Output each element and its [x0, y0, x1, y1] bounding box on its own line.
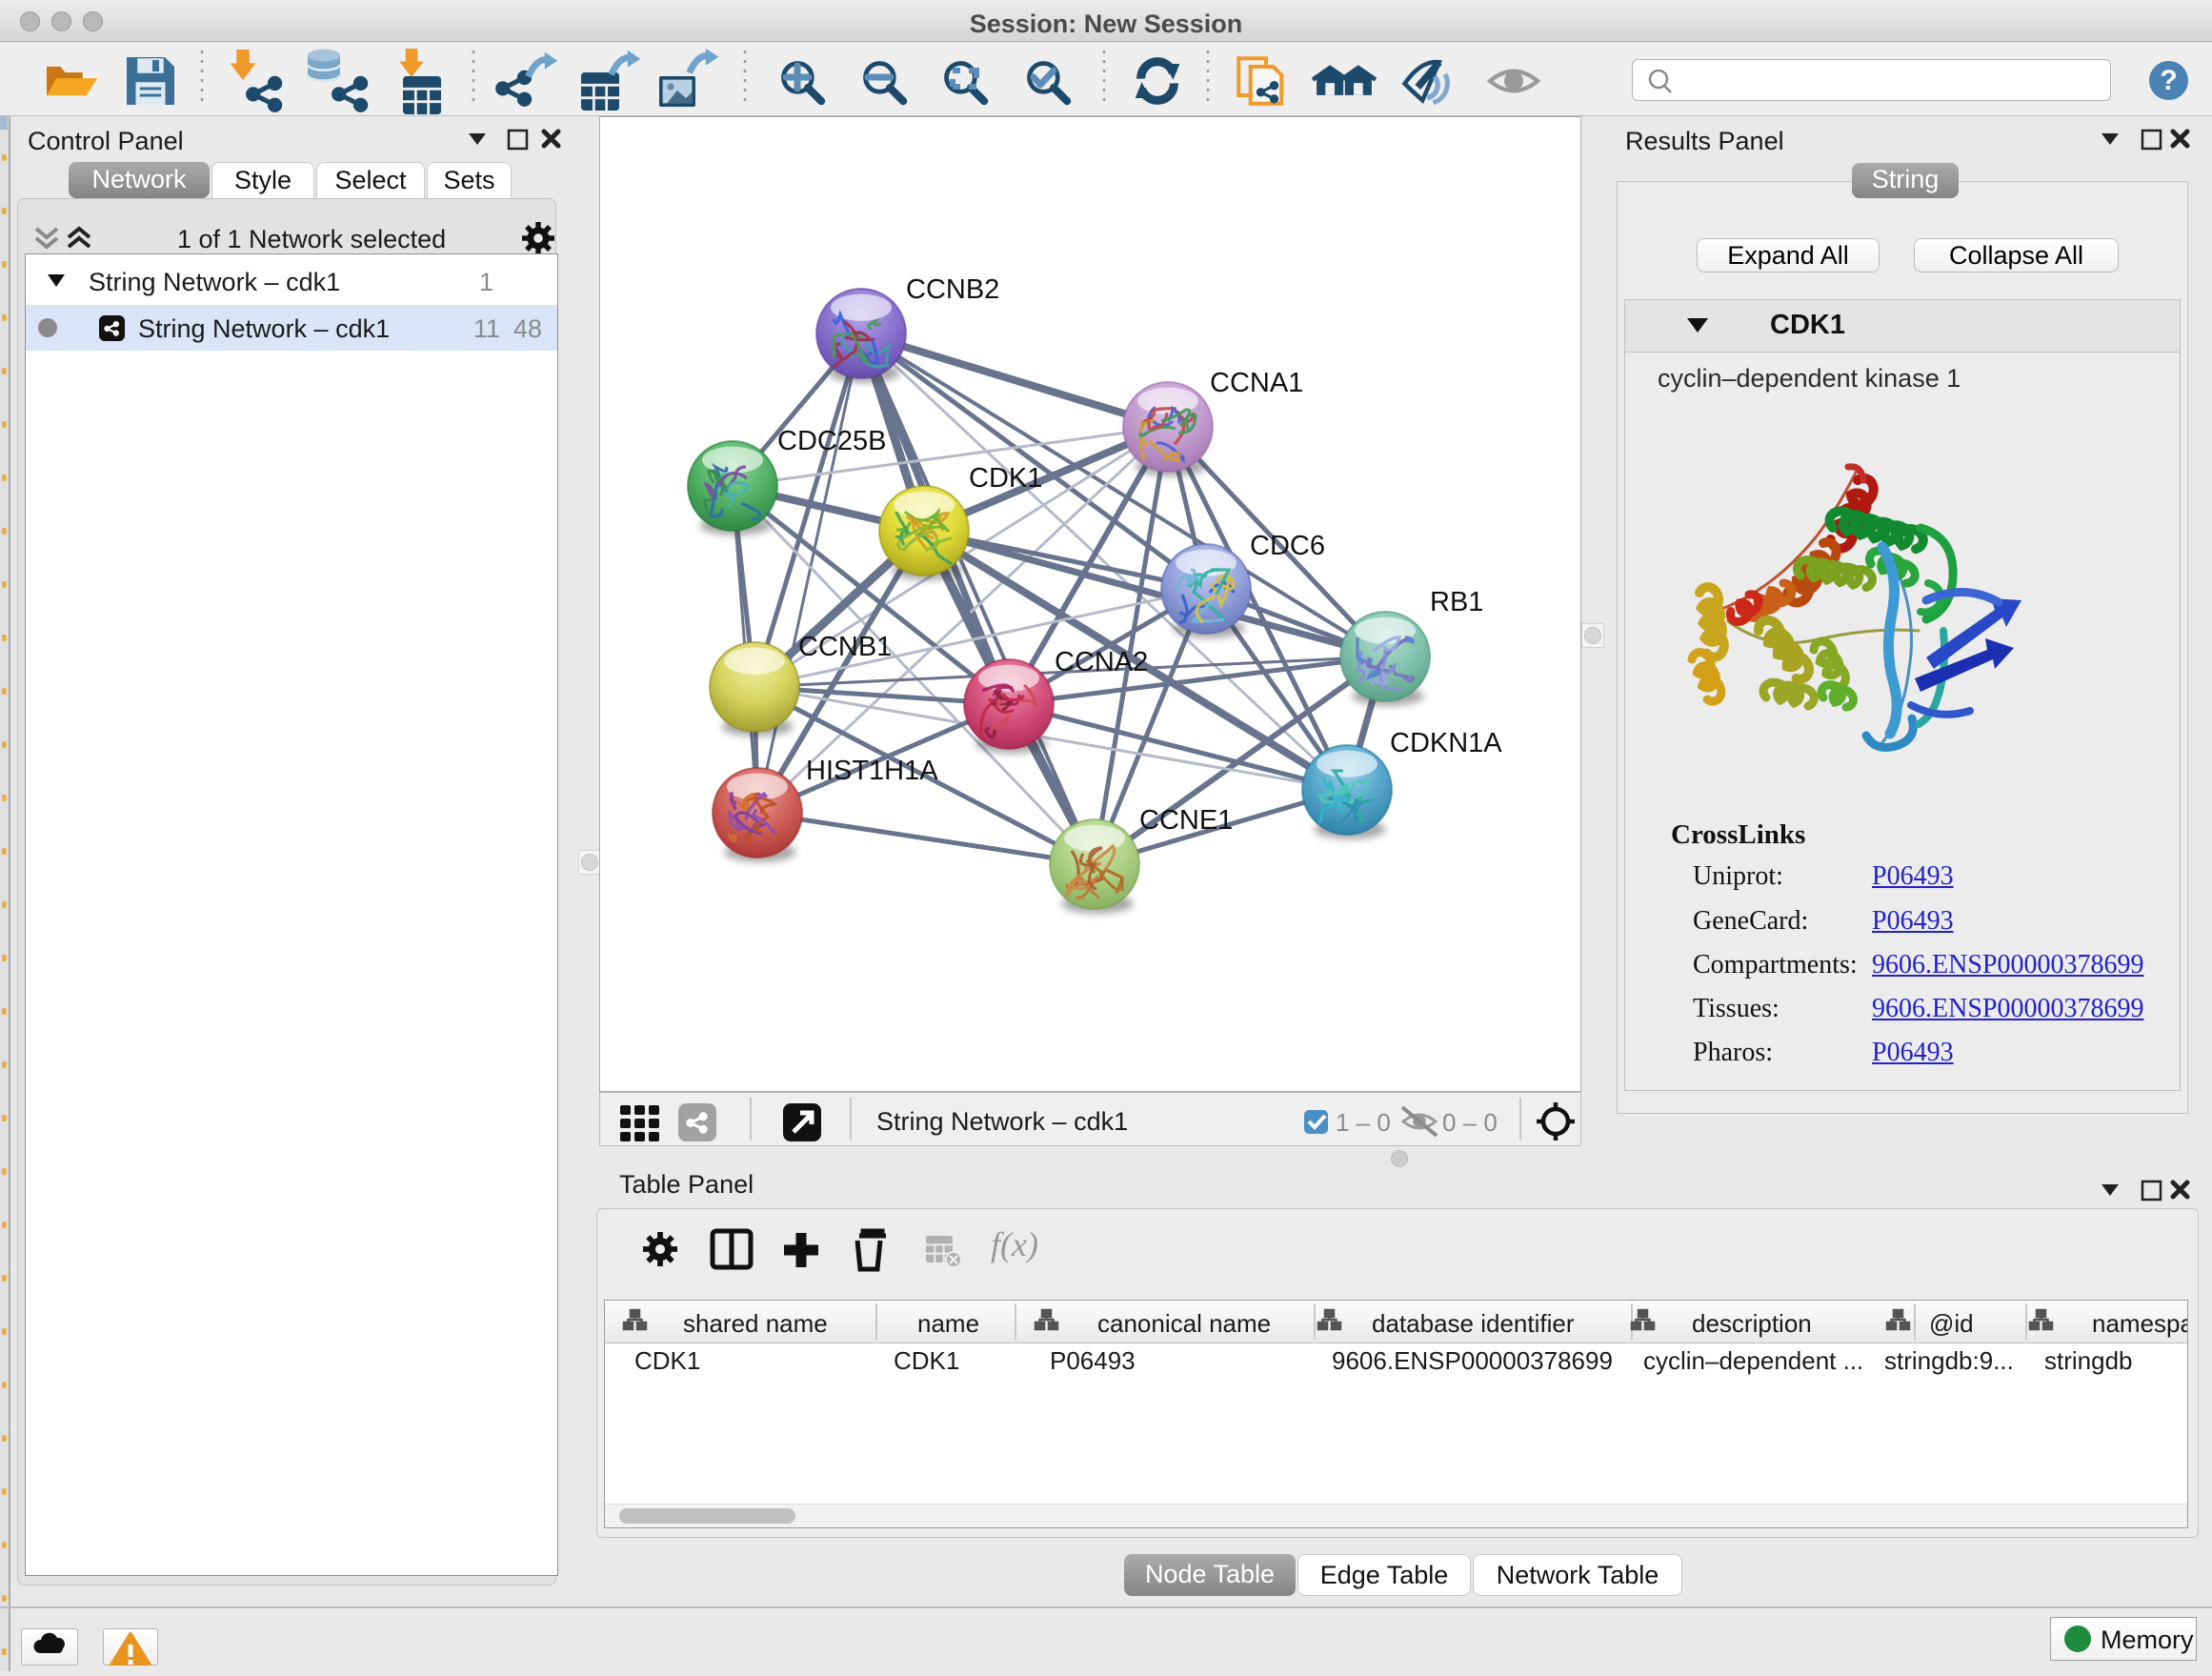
- svg-text:CDC6: CDC6: [1250, 531, 1325, 561]
- svg-text:HIST1H1A: HIST1H1A: [806, 756, 938, 786]
- svg-text:CDK1: CDK1: [969, 463, 1042, 494]
- svg-text:CCNE1: CCNE1: [1139, 805, 1233, 836]
- svg-text:CDKN1A: CDKN1A: [1390, 728, 1502, 758]
- svg-text:CCNA1: CCNA1: [1210, 368, 1303, 398]
- svg-text:CCNA2: CCNA2: [1055, 647, 1148, 677]
- svg-text:CCNB1: CCNB1: [798, 632, 892, 662]
- svg-text:CDC25B: CDC25B: [777, 426, 886, 456]
- svg-text:CCNB2: CCNB2: [906, 274, 999, 305]
- svg-text:RB1: RB1: [1430, 587, 1483, 617]
